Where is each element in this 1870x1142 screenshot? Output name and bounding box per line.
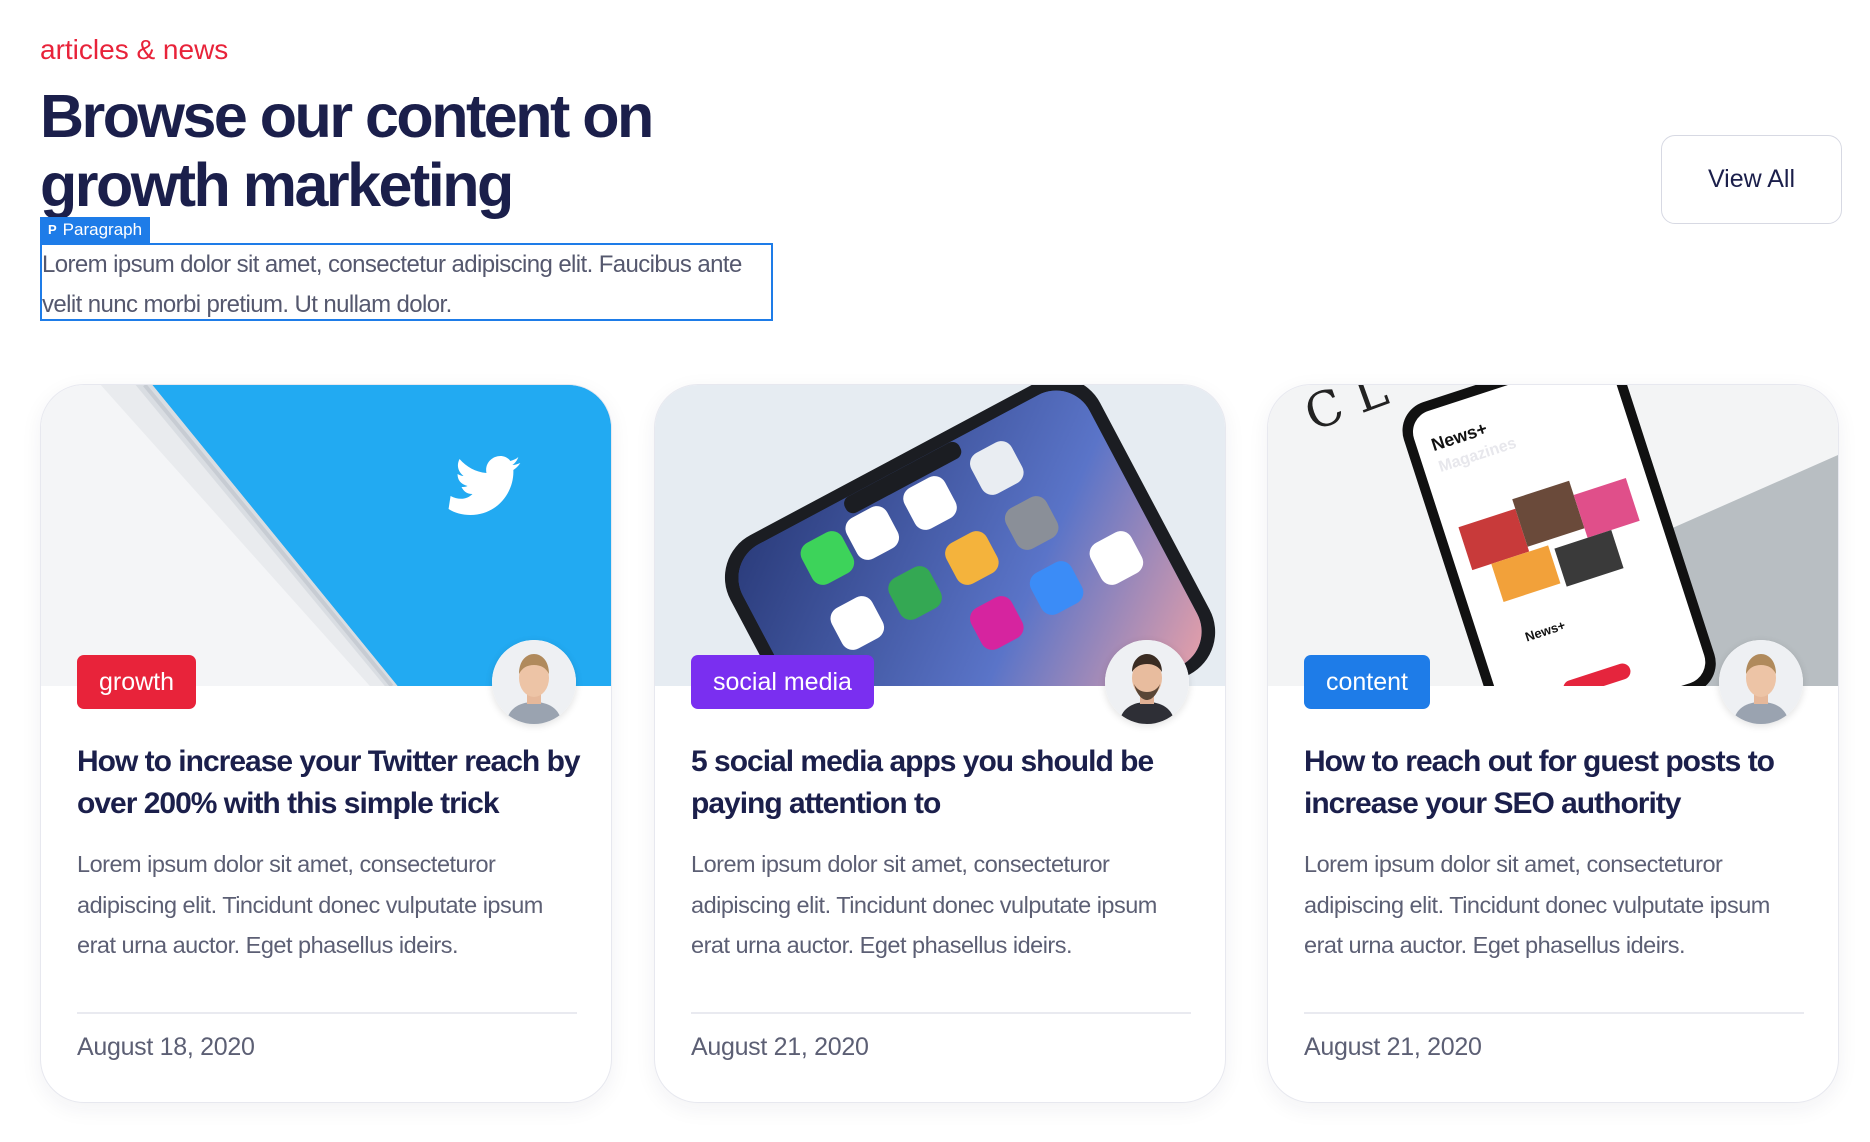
- intro-paragraph[interactable]: Lorem ipsum dolor sit amet, consectetur …: [40, 243, 773, 321]
- category-tag[interactable]: growth: [77, 655, 197, 709]
- category-tag[interactable]: content: [1304, 655, 1431, 709]
- author-avatar[interactable]: [492, 640, 576, 724]
- article-card[interactable]: social media 5 social media apps you sho…: [654, 384, 1226, 1103]
- card-description: Lorem ipsum dolor sit amet, consecteturo…: [1304, 851, 1770, 958]
- category-tag[interactable]: social media: [691, 655, 874, 709]
- card-date: August 21, 2020: [1304, 1033, 1482, 1061]
- card-title[interactable]: 5 social media apps you should be paying…: [691, 741, 1201, 825]
- article-card[interactable]: C L News+ Magazines News+ content How to…: [1267, 384, 1839, 1103]
- eyebrow-label: articles & news: [40, 34, 229, 65]
- card-date: August 21, 2020: [691, 1033, 869, 1061]
- card-divider: [691, 1012, 1191, 1014]
- card-date: August 18, 2020: [77, 1033, 255, 1061]
- selection-tag-label: Paragraph: [62, 220, 143, 239]
- card-title[interactable]: How to increase your Twitter reach by ov…: [77, 741, 587, 825]
- card-description: Lorem ipsum dolor sit amet, consecteturo…: [77, 851, 543, 958]
- paragraph-icon: P: [48, 222, 57, 237]
- view-all-button[interactable]: View All: [1661, 135, 1842, 224]
- article-card[interactable]: growth How to increase your Twitter reac…: [40, 384, 612, 1103]
- author-avatar[interactable]: [1105, 640, 1189, 724]
- selection-tag: P Paragraph: [40, 217, 151, 243]
- card-divider: [77, 1012, 577, 1014]
- author-avatar[interactable]: [1719, 640, 1803, 724]
- page-title: Browse our content on growth marketing: [40, 82, 654, 219]
- card-description: Lorem ipsum dolor sit amet, consecteturo…: [691, 851, 1157, 958]
- card-title[interactable]: How to reach out for guest posts to incr…: [1304, 741, 1814, 825]
- card-divider: [1304, 1012, 1804, 1014]
